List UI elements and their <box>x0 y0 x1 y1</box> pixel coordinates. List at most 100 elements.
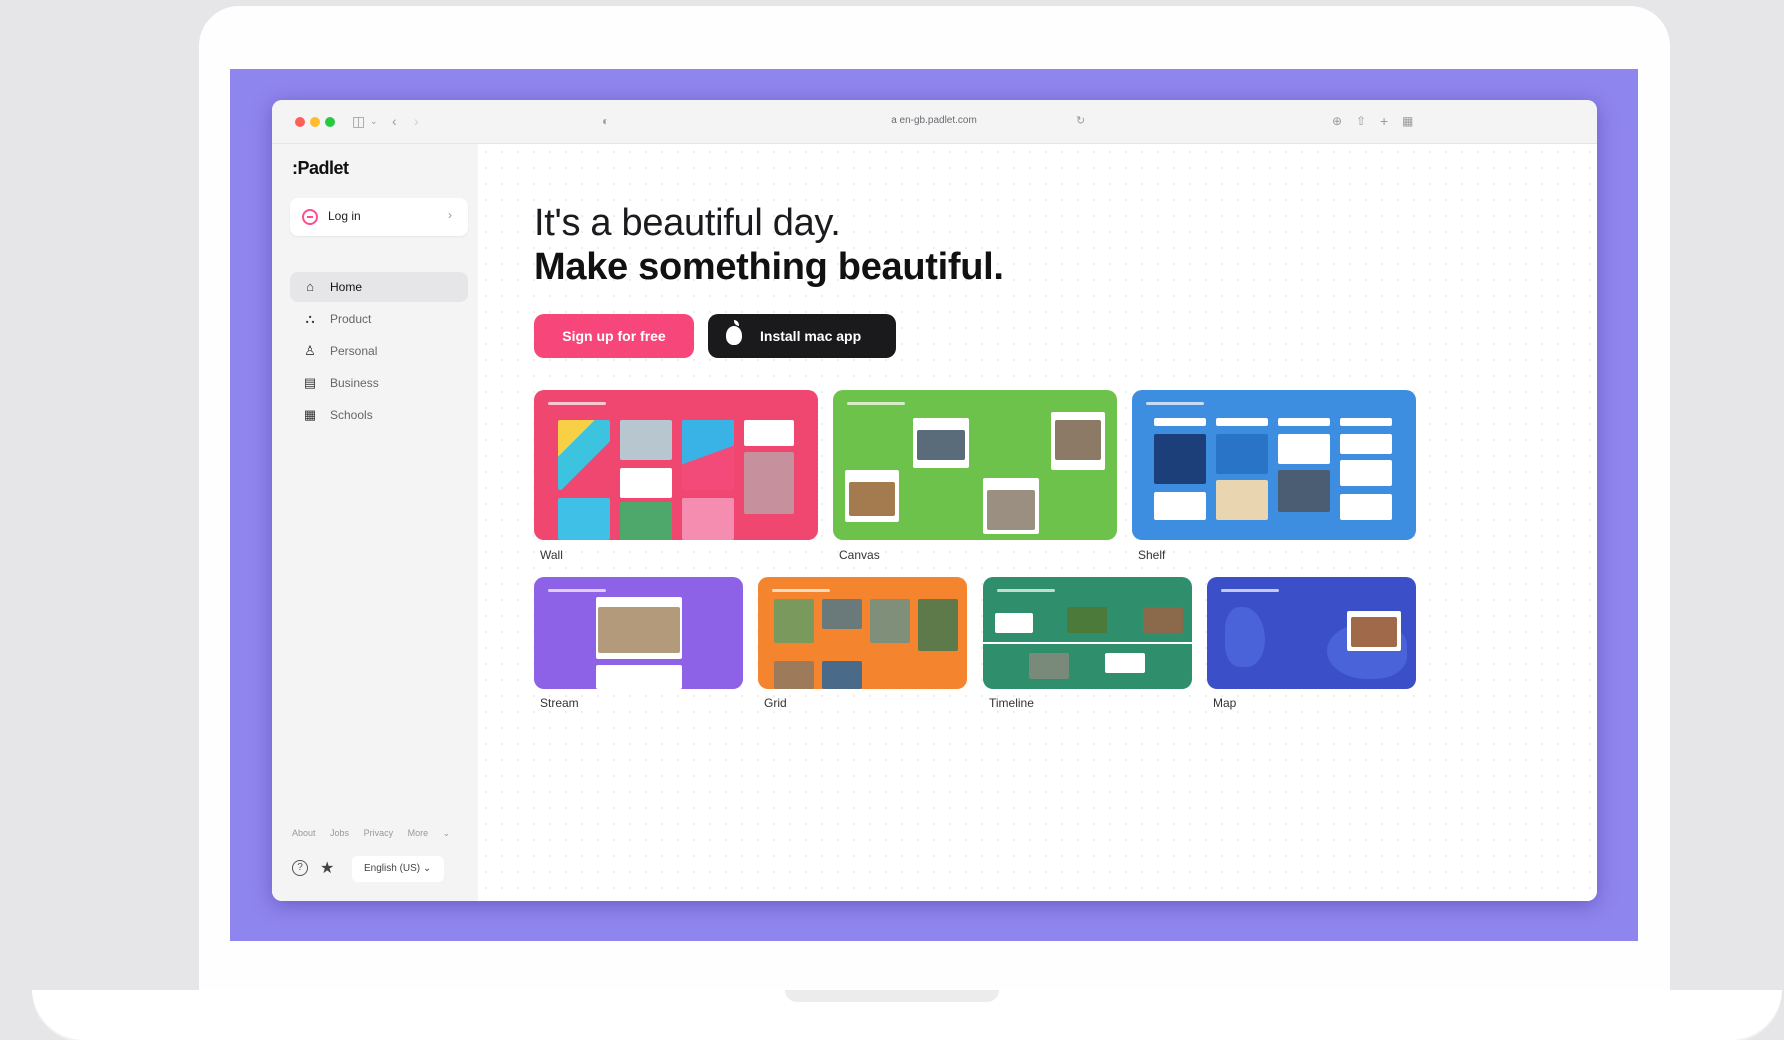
share-icon[interactable]: ⇧ <box>1356 111 1366 131</box>
back-icon[interactable]: ‹ <box>392 111 397 131</box>
tab-overview-icon[interactable]: ▦ <box>1402 111 1413 131</box>
template-label-map: Map <box>1213 696 1237 710</box>
laptop-notch <box>785 990 999 1002</box>
note-card <box>1340 434 1392 454</box>
note-card <box>596 665 682 689</box>
template-card-timeline[interactable] <box>983 577 1192 689</box>
column-header <box>1154 418 1206 426</box>
photo-thumbnail <box>620 502 672 540</box>
landmass-shape <box>1225 607 1265 667</box>
sidebar-item-label: Personal <box>330 344 378 358</box>
sidebar-item-label: Home <box>330 280 363 294</box>
help-icon[interactable]: ? <box>292 860 308 876</box>
template-label-shelf: Shelf <box>1138 548 1166 562</box>
maximize-window-button[interactable] <box>325 117 335 127</box>
card-title-placeholder <box>548 589 606 592</box>
card-title-placeholder <box>847 402 905 405</box>
sidebar-item-label: Business <box>330 376 379 390</box>
card-title-placeholder <box>548 402 606 405</box>
template-card-stream[interactable] <box>534 577 743 689</box>
hero-subheadline: Make something beautiful. <box>534 246 1004 288</box>
new-tab-icon[interactable]: + <box>1380 111 1388 131</box>
note-card <box>620 468 672 498</box>
sidebar: :Padlet Log in › ⌂ Home ⛬ Product ♙ Pers… <box>272 144 478 901</box>
school-icon: ▦ <box>303 407 317 422</box>
photo-thumbnail <box>917 430 965 460</box>
footer-controls: ? ★ English (US) ⌄ <box>292 856 462 882</box>
footer-link-jobs[interactable]: Jobs <box>330 828 349 838</box>
template-label-grid: Grid <box>764 696 787 710</box>
minimize-window-button[interactable] <box>310 117 320 127</box>
template-card-grid[interactable] <box>758 577 967 689</box>
privacy-shield-icon[interactable]: ◐ <box>602 111 609 131</box>
address-bar[interactable]: a en-gb.padlet.com <box>664 110 1204 134</box>
card-title-placeholder <box>997 589 1055 592</box>
building-icon: ⛬ <box>305 311 315 326</box>
sidebar-item-business[interactable]: ▤ Business <box>290 368 468 398</box>
download-icon[interactable]: ⊕ <box>1332 111 1342 131</box>
column-header <box>1278 418 1330 426</box>
photo-thumbnail <box>774 599 814 643</box>
sidebar-item-label: Product <box>330 312 372 326</box>
chevron-down-icon[interactable]: ⌄ <box>370 111 378 131</box>
photo-thumbnail <box>822 661 862 689</box>
padlet-logo[interactable]: :Padlet <box>292 158 349 179</box>
column-header <box>1340 418 1392 426</box>
sidebar-item-product[interactable]: ⛬ Product <box>290 304 468 334</box>
laptop-screen: ◫ ⌄ ‹ › ◐ a en-gb.padlet.com ↻ ⊕ ⇧ + ▦ :… <box>230 69 1638 941</box>
photo-thumbnail <box>1278 470 1330 512</box>
map-thumbnail <box>1216 480 1268 520</box>
template-card-wall[interactable] <box>534 390 818 540</box>
timeline-line <box>983 642 1192 644</box>
sidebar-item-home[interactable]: ⌂ Home <box>290 272 468 302</box>
color-block <box>682 498 734 540</box>
close-window-button[interactable] <box>295 117 305 127</box>
photo-thumbnail <box>987 490 1035 530</box>
note-card <box>1105 653 1145 673</box>
template-card-canvas[interactable] <box>833 390 1117 540</box>
sidebar-toggle-icon[interactable]: ◫ <box>352 111 365 131</box>
login-label: Log in <box>328 209 361 223</box>
login-icon <box>302 209 318 225</box>
store-icon: ▤ <box>303 375 317 390</box>
sidebar-item-personal[interactable]: ♙ Personal <box>290 336 468 366</box>
photo-thumbnail <box>1216 434 1268 474</box>
apple-icon <box>726 320 742 345</box>
photo-thumbnail <box>849 482 895 516</box>
photo-thumbnail <box>918 599 958 651</box>
color-block <box>558 498 610 540</box>
login-button[interactable]: Log in › <box>290 198 468 236</box>
photo-thumbnail <box>774 661 814 689</box>
install-mac-app-label: Install mac app <box>760 328 862 344</box>
reload-icon[interactable]: ↻ <box>1076 111 1085 131</box>
sign-up-button[interactable]: Sign up for free <box>534 314 694 358</box>
forward-icon[interactable]: › <box>414 111 419 131</box>
column-header <box>1216 418 1268 426</box>
template-card-map[interactable] <box>1207 577 1416 689</box>
language-select[interactable]: English (US) ⌄ <box>352 856 444 882</box>
photo-thumbnail <box>620 420 672 460</box>
card-title-placeholder <box>1146 402 1204 405</box>
browser-titlebar: ◫ ⌄ ‹ › ◐ a en-gb.padlet.com ↻ ⊕ ⇧ + ▦ <box>272 100 1597 144</box>
hero-headline: It's a beautiful day. <box>534 202 841 244</box>
footer-links: About Jobs Privacy More ⌄ <box>292 828 462 839</box>
photo-thumbnail <box>1143 607 1183 633</box>
photo-thumbnail <box>870 599 910 643</box>
footer-link-about[interactable]: About <box>292 828 316 838</box>
note-card <box>1154 492 1206 520</box>
footer-link-privacy[interactable]: Privacy <box>364 828 394 838</box>
footer-link-more[interactable]: More ⌄ <box>408 828 451 838</box>
install-mac-app-button[interactable]: Install mac app <box>708 314 896 358</box>
photo-thumbnail <box>822 599 862 629</box>
sidebar-item-schools[interactable]: ▦ Schools <box>290 400 468 430</box>
note-card <box>1340 494 1392 520</box>
template-card-shelf[interactable] <box>1132 390 1416 540</box>
accessibility-icon[interactable]: ★ <box>320 858 334 878</box>
template-label-stream: Stream <box>540 696 579 710</box>
note-card <box>744 420 794 446</box>
photo-thumbnail <box>1067 607 1107 633</box>
note-card <box>1340 460 1392 486</box>
template-label-wall: Wall <box>540 548 563 562</box>
abstract-art-thumbnail <box>558 420 610 490</box>
photo-thumbnail <box>744 452 794 514</box>
